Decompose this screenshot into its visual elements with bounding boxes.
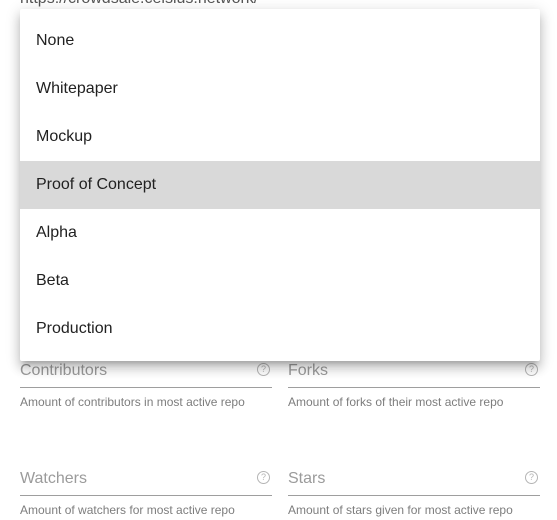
help-icon[interactable]: ? <box>257 471 270 484</box>
stage-dropdown-menu: None Whitepaper Mockup Proof of Concept … <box>20 9 540 361</box>
menu-item-proof-of-concept[interactable]: Proof of Concept <box>20 161 540 209</box>
menu-item-whitepaper[interactable]: Whitepaper <box>20 65 540 113</box>
stars-field[interactable]: Stars ? Amount of stars given for most a… <box>288 469 540 517</box>
forks-helper-text: Amount of forks of their most active rep… <box>288 395 504 409</box>
contributors-label: Contributors <box>20 362 108 379</box>
contributors-helper-text: Amount of contributors in most active re… <box>20 395 245 409</box>
menu-item-alpha[interactable]: Alpha <box>20 209 540 257</box>
menu-item-production[interactable]: Production <box>20 305 540 353</box>
website-url-value[interactable]: https://crowdsale.celsius.network/ <box>20 0 258 8</box>
menu-item-beta[interactable]: Beta <box>20 257 540 305</box>
stars-helper-text: Amount of stars given for most active re… <box>288 503 513 517</box>
forks-label: Forks <box>288 362 328 379</box>
stars-input[interactable]: Stars ? <box>288 469 540 496</box>
watchers-label: Watchers <box>20 470 87 487</box>
watchers-field[interactable]: Watchers ? Amount of watchers for most a… <box>20 469 272 517</box>
stars-label: Stars <box>288 470 326 487</box>
menu-item-none[interactable]: None <box>20 17 540 65</box>
help-icon[interactable]: ? <box>525 363 538 376</box>
form-page: https://crowdsale.celsius.network/ Contr… <box>0 0 557 520</box>
forks-field[interactable]: Forks ? Amount of forks of their most ac… <box>288 361 540 409</box>
contributors-input[interactable]: Contributors ? <box>20 361 272 388</box>
forks-input[interactable]: Forks ? <box>288 361 540 388</box>
help-icon[interactable]: ? <box>525 471 538 484</box>
contributors-field[interactable]: Contributors ? Amount of contributors in… <box>20 361 272 409</box>
watchers-input[interactable]: Watchers ? <box>20 469 272 496</box>
menu-item-mockup[interactable]: Mockup <box>20 113 540 161</box>
watchers-helper-text: Amount of watchers for most active repo <box>20 503 235 517</box>
help-icon[interactable]: ? <box>257 363 270 376</box>
